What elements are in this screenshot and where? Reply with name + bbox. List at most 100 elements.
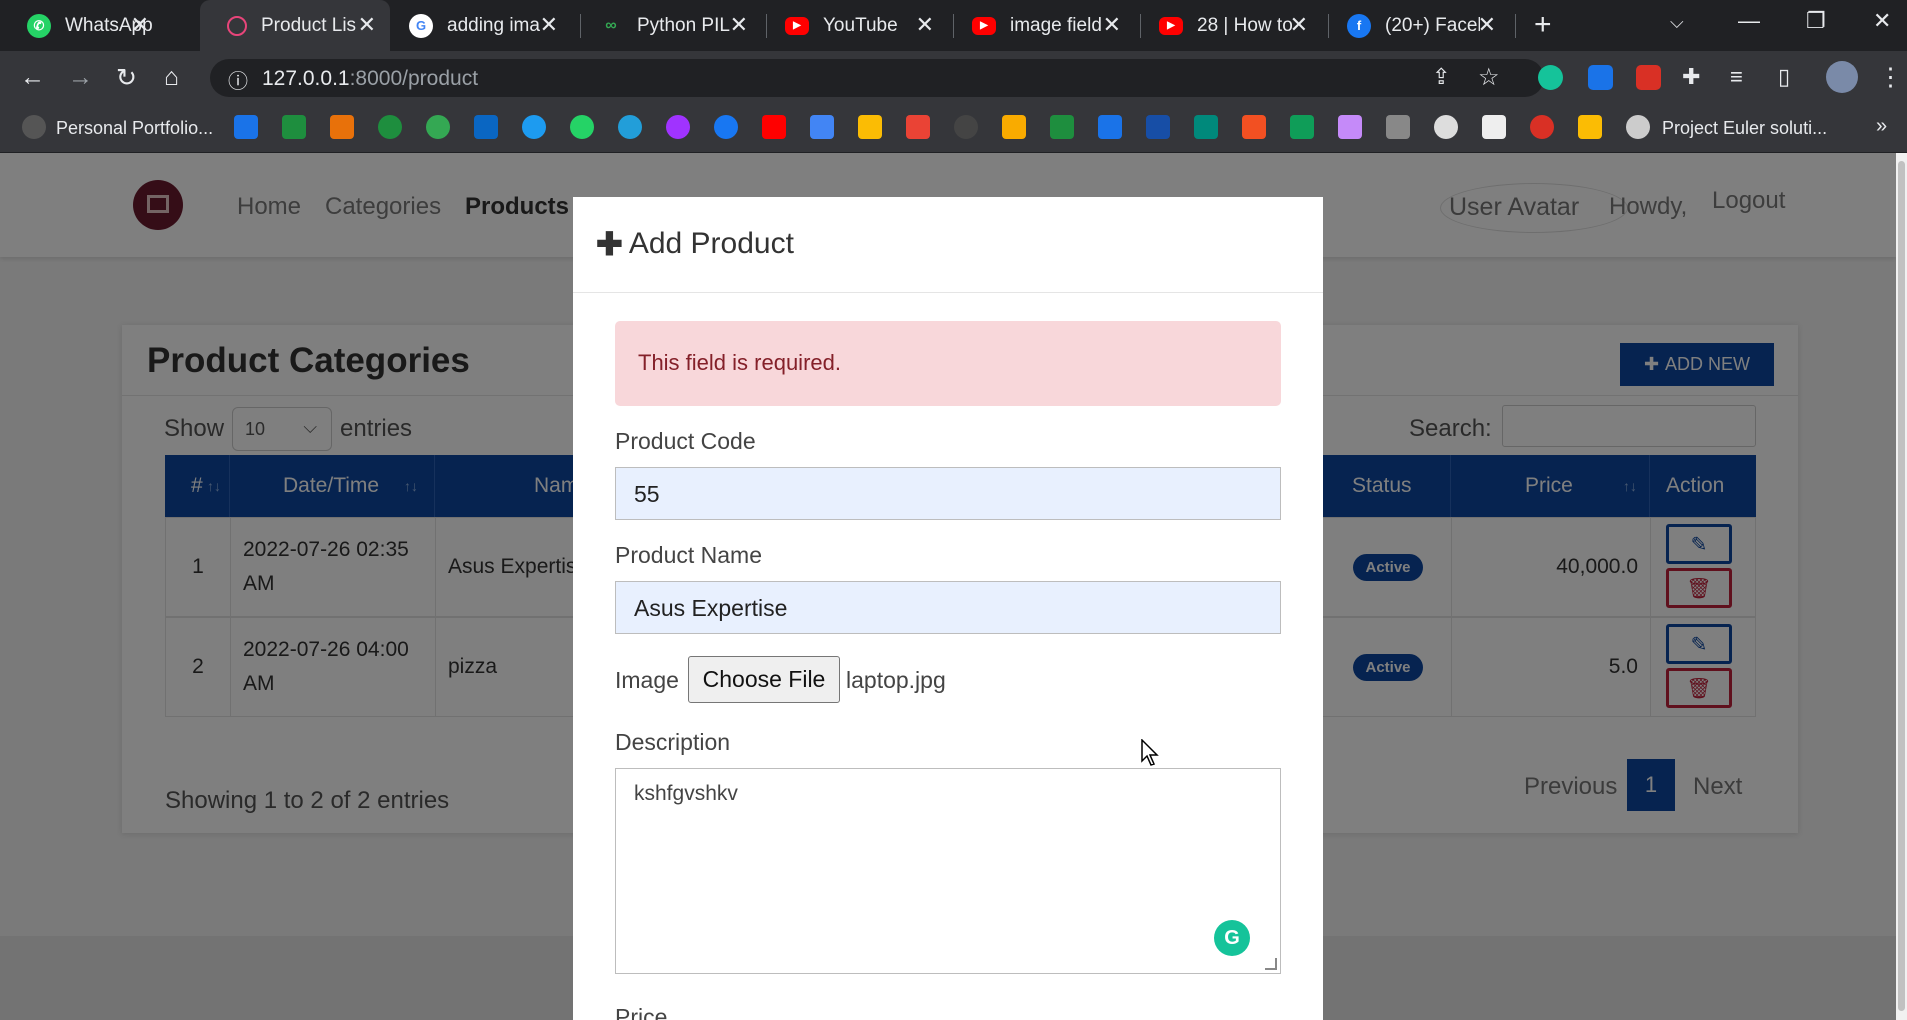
file-name: laptop.jpg bbox=[846, 667, 946, 693]
side-panel-icon[interactable]: ▯ bbox=[1778, 64, 1790, 90]
close-icon[interactable]: ✕ bbox=[916, 12, 934, 38]
bookmark-personal-portfolio[interactable]: Personal Portfolio... bbox=[56, 118, 213, 139]
tab-facebook[interactable]: f (20+) Faceb ✕ bbox=[1320, 0, 1510, 51]
close-icon[interactable]: ✕ bbox=[540, 12, 558, 38]
tab-whatsapp[interactable]: ✆ WhatsApp ✕ bbox=[0, 0, 163, 51]
home-icon[interactable]: ⌂ bbox=[164, 63, 179, 92]
site-info-icon[interactable]: ⓘ bbox=[228, 65, 248, 94]
window-close-icon[interactable]: ✕ bbox=[1873, 8, 1891, 34]
app-icon bbox=[227, 15, 247, 36]
bookmark-icon[interactable] bbox=[1146, 115, 1170, 139]
product-code-label: Product Code bbox=[615, 428, 756, 454]
product-name-input[interactable]: Asus Expertise bbox=[615, 581, 1281, 634]
linkedin-icon[interactable] bbox=[474, 115, 498, 139]
share-icon[interactable]: ⇪ bbox=[1432, 64, 1450, 90]
bookmark-icon[interactable] bbox=[1050, 115, 1074, 139]
url-text: 127.0.0.1:8000/product bbox=[262, 67, 478, 91]
close-icon[interactable]: ✕ bbox=[358, 12, 376, 38]
tab-product-list[interactable]: Product List ✕ bbox=[200, 0, 390, 51]
browser-toolbar: ← → ↻ ⌂ ⓘ 127.0.0.1:8000/product ⇪ ☆ ✚ ≡… bbox=[0, 51, 1907, 105]
maps-icon[interactable] bbox=[426, 115, 450, 139]
tab-title: YouTube bbox=[823, 14, 898, 36]
bookmark-icon[interactable] bbox=[1098, 115, 1122, 139]
close-icon[interactable]: ✕ bbox=[1290, 12, 1308, 38]
github-icon[interactable] bbox=[954, 115, 978, 139]
bookmark-star-icon[interactable]: ☆ bbox=[1478, 63, 1500, 92]
microsoft-icon[interactable] bbox=[1242, 115, 1266, 139]
wifi-icon[interactable] bbox=[234, 115, 258, 139]
scrollbar-thumb[interactable] bbox=[1898, 161, 1905, 1011]
tab-title: image field bbox=[1010, 14, 1102, 36]
bookmark-icon[interactable] bbox=[1482, 115, 1506, 139]
close-icon[interactable]: ✕ bbox=[131, 12, 149, 38]
image-label: Image bbox=[615, 667, 679, 693]
whatsapp-icon[interactable] bbox=[570, 115, 594, 139]
page-scrollbar[interactable] bbox=[1896, 153, 1907, 1020]
tab-title: Python PIL bbox=[637, 14, 730, 36]
media-icon[interactable]: ≡ bbox=[1730, 64, 1743, 90]
facebook-icon[interactable] bbox=[714, 115, 738, 139]
page-content: Home Categories Products User Avatar How… bbox=[0, 153, 1896, 1020]
url-path: :8000/product bbox=[349, 67, 479, 90]
grammarly-extension-icon[interactable] bbox=[1538, 65, 1563, 90]
analytics-icon[interactable] bbox=[330, 115, 354, 139]
error-alert: This field is required. bbox=[615, 321, 1281, 406]
extension-icon[interactable] bbox=[1588, 65, 1613, 90]
messenger-icon[interactable] bbox=[666, 115, 690, 139]
bookmark-icon[interactable] bbox=[1290, 115, 1314, 139]
bookmark-icon[interactable] bbox=[1530, 115, 1554, 139]
plus-icon: ✚ bbox=[596, 226, 623, 262]
gmail-icon[interactable] bbox=[906, 115, 930, 139]
back-icon[interactable]: ← bbox=[20, 63, 45, 92]
bookmark-icon[interactable] bbox=[282, 115, 306, 139]
bookmarks-bar: Personal Portfolio... Project Euler solu… bbox=[0, 105, 1907, 153]
add-product-modal: ✚ Add Product This field is required. Pr… bbox=[573, 197, 1323, 1020]
pdf-extension-icon[interactable] bbox=[1636, 65, 1661, 90]
bookmark-icon[interactable] bbox=[1338, 115, 1362, 139]
resize-handle-icon[interactable] bbox=[1265, 958, 1277, 970]
facebook-icon: f bbox=[1347, 13, 1371, 38]
price-label: Price bbox=[615, 1004, 668, 1020]
extensions-puzzle-icon[interactable]: ✚ bbox=[1682, 64, 1700, 90]
profile-avatar[interactable] bbox=[1826, 61, 1858, 93]
address-bar[interactable]: ⓘ 127.0.0.1:8000/product ⇪ ☆ bbox=[210, 59, 1544, 97]
minimize-icon[interactable]: — bbox=[1738, 8, 1760, 34]
meet-icon[interactable] bbox=[1194, 115, 1218, 139]
globe-icon bbox=[1626, 115, 1650, 139]
tab-title: Product List bbox=[261, 14, 356, 36]
google-icon: G bbox=[409, 13, 433, 38]
description-textarea[interactable]: kshfgvshkv G bbox=[615, 768, 1281, 974]
tab-image-field[interactable]: ▶ image field ✕ bbox=[945, 0, 1135, 51]
more-bookmarks-icon[interactable]: » bbox=[1876, 115, 1887, 138]
bookmark-icon[interactable] bbox=[1578, 115, 1602, 139]
drive-icon[interactable] bbox=[858, 115, 882, 139]
bookmark-icon[interactable] bbox=[1002, 115, 1026, 139]
description-label: Description bbox=[615, 729, 731, 755]
tab-python-pil[interactable]: ∞ Python PIL ✕ bbox=[572, 0, 762, 51]
tab-how-to[interactable]: ▶ 28 | How to ✕ bbox=[1132, 0, 1322, 51]
translate-icon[interactable] bbox=[810, 115, 834, 139]
close-icon[interactable]: ✕ bbox=[730, 12, 748, 38]
grammarly-icon[interactable]: G bbox=[1214, 920, 1250, 956]
youtube-icon[interactable] bbox=[762, 115, 786, 139]
tab-google-search[interactable]: G adding ima ✕ bbox=[382, 0, 572, 51]
reload-icon[interactable]: ↻ bbox=[116, 63, 137, 93]
bookmark-icon[interactable] bbox=[1434, 115, 1458, 139]
tab-youtube[interactable]: ▶ YouTube ✕ bbox=[758, 0, 948, 51]
close-icon[interactable]: ✕ bbox=[1103, 12, 1121, 38]
bookmark-icon[interactable] bbox=[1386, 115, 1410, 139]
bookmark-icon[interactable] bbox=[378, 115, 402, 139]
telegram-icon[interactable] bbox=[618, 115, 642, 139]
twitter-icon[interactable] bbox=[522, 115, 546, 139]
menu-icon[interactable]: ⋮ bbox=[1878, 62, 1903, 92]
choose-file-button[interactable]: Choose File bbox=[688, 656, 840, 703]
new-tab-button[interactable]: + bbox=[1534, 8, 1552, 42]
forward-icon[interactable]: → bbox=[68, 63, 93, 92]
pil-icon: ∞ bbox=[605, 16, 617, 34]
product-code-input[interactable]: 55 bbox=[615, 467, 1281, 520]
tab-search-icon[interactable]: ⌵ bbox=[1670, 12, 1684, 33]
close-icon[interactable]: ✕ bbox=[1478, 12, 1496, 38]
restore-icon[interactable]: ❐ bbox=[1806, 8, 1826, 34]
portfolio-icon bbox=[22, 115, 46, 139]
bookmark-project-euler[interactable]: Project Euler soluti... bbox=[1662, 118, 1827, 139]
